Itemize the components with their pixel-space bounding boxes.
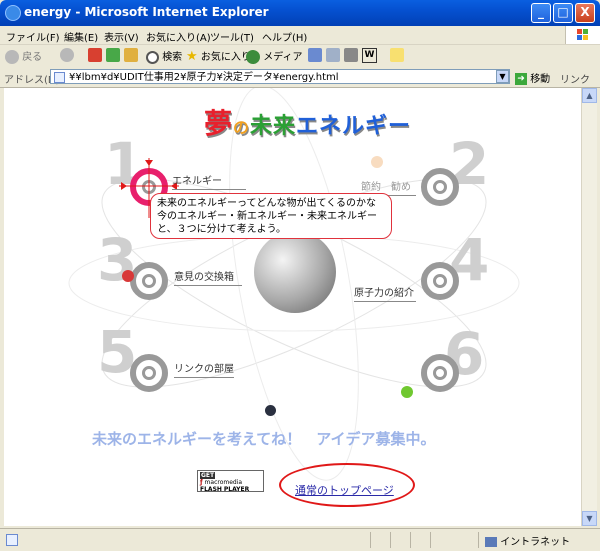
flash-player: PLAYER bbox=[223, 486, 250, 493]
stop-button[interactable] bbox=[88, 48, 102, 62]
status-bar: イントラネット bbox=[0, 528, 600, 551]
title-bar: energy - Microsoft Internet Explorer _ □… bbox=[0, 0, 600, 26]
maximize-button[interactable]: □ bbox=[553, 3, 573, 23]
intranet-icon bbox=[485, 537, 497, 547]
history-icon bbox=[308, 48, 322, 62]
history-button[interactable] bbox=[308, 48, 322, 62]
favorites-label: お気に入り bbox=[200, 52, 251, 63]
title-mirai: 未来 bbox=[250, 114, 297, 139]
go-arrow-icon: ➜ bbox=[515, 73, 527, 85]
media-button[interactable]: メディア bbox=[246, 48, 303, 64]
page-content: 夢の未来エネルギー 1 2 3 4 5 6 エネルギー 節約 勧め 意見の交換箱… bbox=[4, 88, 581, 526]
ie-icon bbox=[5, 5, 21, 21]
flash-get: GET bbox=[200, 472, 216, 479]
status-divider bbox=[430, 532, 431, 548]
word-icon: W bbox=[362, 48, 377, 63]
forward-arrow-icon bbox=[60, 48, 74, 62]
address-dropdown-icon[interactable]: ▼ bbox=[496, 70, 509, 83]
refresh-icon bbox=[106, 48, 120, 62]
item-energy-link[interactable]: エネルギー bbox=[172, 172, 246, 190]
title-no: の bbox=[233, 118, 251, 137]
scroll-up-arrow-icon[interactable]: ▲ bbox=[582, 88, 597, 103]
menu-view[interactable]: 表示(V) bbox=[104, 29, 139, 44]
page-title: 夢の未来エネルギー bbox=[204, 102, 411, 142]
search-label: 検索 bbox=[162, 52, 183, 63]
links-button[interactable]: リンク bbox=[560, 71, 590, 86]
stop-icon bbox=[88, 48, 102, 62]
note-icon bbox=[390, 48, 404, 62]
earth-image bbox=[254, 231, 336, 313]
planet-dark bbox=[265, 405, 276, 416]
vertical-scrollbar[interactable]: ▲ ▼ bbox=[581, 88, 597, 526]
status-divider bbox=[390, 532, 391, 548]
item-saving-label-2: 勧め bbox=[391, 182, 411, 193]
status-divider bbox=[478, 532, 479, 548]
menu-ring-3[interactable] bbox=[130, 262, 168, 300]
toolbar: 戻る 検索 ★ お気に入り メディア W bbox=[0, 45, 600, 68]
menu-favorites[interactable]: お気に入り(A) bbox=[146, 29, 211, 44]
flash-macromedia: macromedia bbox=[204, 479, 243, 486]
slogan-text: 未来のエネルギーを考えてね！ アイデア募集中。 bbox=[92, 430, 436, 448]
address-url: ¥¥lbm¥d¥UDIT仕事用2¥原子力¥決定データ¥energy.html bbox=[69, 72, 339, 83]
planet-red bbox=[122, 270, 134, 282]
discuss-button[interactable] bbox=[390, 48, 404, 62]
item-nuclear-link[interactable]: 原子力の紹介 bbox=[354, 284, 416, 302]
window-title: energy - Microsoft Internet Explorer bbox=[24, 5, 269, 19]
windows-logo-icon bbox=[565, 26, 600, 44]
top-page-link[interactable]: 通常のトップページ bbox=[295, 482, 394, 498]
menu-file[interactable]: ファイル(F) bbox=[6, 29, 60, 44]
menu-ring-4[interactable] bbox=[421, 262, 459, 300]
menu-bar: ファイル(F) 編集(E) 表示(V) お気に入り(A) ツール(T) ヘルプ(… bbox=[0, 26, 600, 45]
title-yume: 夢 bbox=[204, 107, 234, 140]
zone-label: イントラネット bbox=[500, 537, 571, 548]
go-label: 移動 bbox=[530, 74, 551, 85]
media-icon bbox=[246, 50, 260, 64]
back-button[interactable]: 戻る bbox=[5, 48, 42, 64]
media-label: メディア bbox=[263, 52, 303, 63]
mail-button[interactable] bbox=[326, 48, 340, 62]
status-page-icon bbox=[6, 534, 18, 546]
planet-peach bbox=[371, 156, 383, 168]
mail-icon bbox=[326, 48, 340, 62]
item-saving-label: 節約 bbox=[361, 182, 381, 193]
menu-ring-5[interactable] bbox=[130, 354, 168, 392]
menu-tools[interactable]: ツール(T) bbox=[210, 29, 254, 44]
menu-ring-6[interactable] bbox=[421, 354, 459, 392]
flash-player-badge[interactable]: GET ƒ macromedia FLASH PLAYER bbox=[197, 470, 264, 493]
favorites-button[interactable]: ★ お気に入り bbox=[186, 48, 251, 64]
status-divider bbox=[370, 532, 371, 548]
edit-button[interactable]: W bbox=[362, 48, 377, 63]
scroll-down-arrow-icon[interactable]: ▼ bbox=[582, 511, 597, 526]
forward-button[interactable] bbox=[60, 48, 74, 62]
home-icon bbox=[124, 48, 138, 62]
planet-green bbox=[401, 386, 413, 398]
menu-edit[interactable]: 編集(E) bbox=[64, 29, 98, 44]
tooltip-bubble: 未来のエネルギーってどんな物が出てくるのかな今のエネルギー・新エネルギー・未来エ… bbox=[150, 193, 392, 239]
flash-icon: ƒ bbox=[200, 479, 203, 486]
status-zone: イントラネット bbox=[485, 533, 570, 548]
search-button[interactable]: 検索 bbox=[146, 48, 182, 64]
menu-help[interactable]: ヘルプ(H) bbox=[262, 29, 307, 44]
close-button[interactable]: X bbox=[575, 3, 595, 23]
back-arrow-icon bbox=[5, 50, 19, 64]
star-icon: ★ bbox=[186, 49, 198, 64]
item-links-link[interactable]: リンクの部屋 bbox=[174, 360, 234, 378]
page-icon bbox=[54, 72, 65, 83]
refresh-button[interactable] bbox=[106, 48, 120, 62]
go-button[interactable]: ➜ 移動 bbox=[515, 70, 550, 85]
back-label: 戻る bbox=[22, 52, 43, 63]
menu-ring-2[interactable] bbox=[421, 168, 459, 206]
status-divider bbox=[410, 532, 411, 548]
print-icon bbox=[344, 48, 358, 62]
home-button[interactable] bbox=[124, 48, 138, 62]
title-energy: エネルギー bbox=[296, 114, 412, 139]
item-opinion-link[interactable]: 意見の交換箱 bbox=[174, 268, 242, 286]
print-button[interactable] bbox=[344, 48, 358, 62]
search-icon bbox=[146, 50, 159, 64]
browser-window: energy - Microsoft Internet Explorer _ □… bbox=[0, 0, 600, 551]
flash-flash: FLASH bbox=[200, 486, 222, 493]
minimize-button[interactable]: _ bbox=[531, 3, 551, 23]
address-bar: アドレス(D) ¥¥lbm¥d¥UDIT仕事用2¥原子力¥決定データ¥energ… bbox=[0, 67, 600, 88]
address-input[interactable]: ¥¥lbm¥d¥UDIT仕事用2¥原子力¥決定データ¥energy.html bbox=[50, 69, 510, 84]
